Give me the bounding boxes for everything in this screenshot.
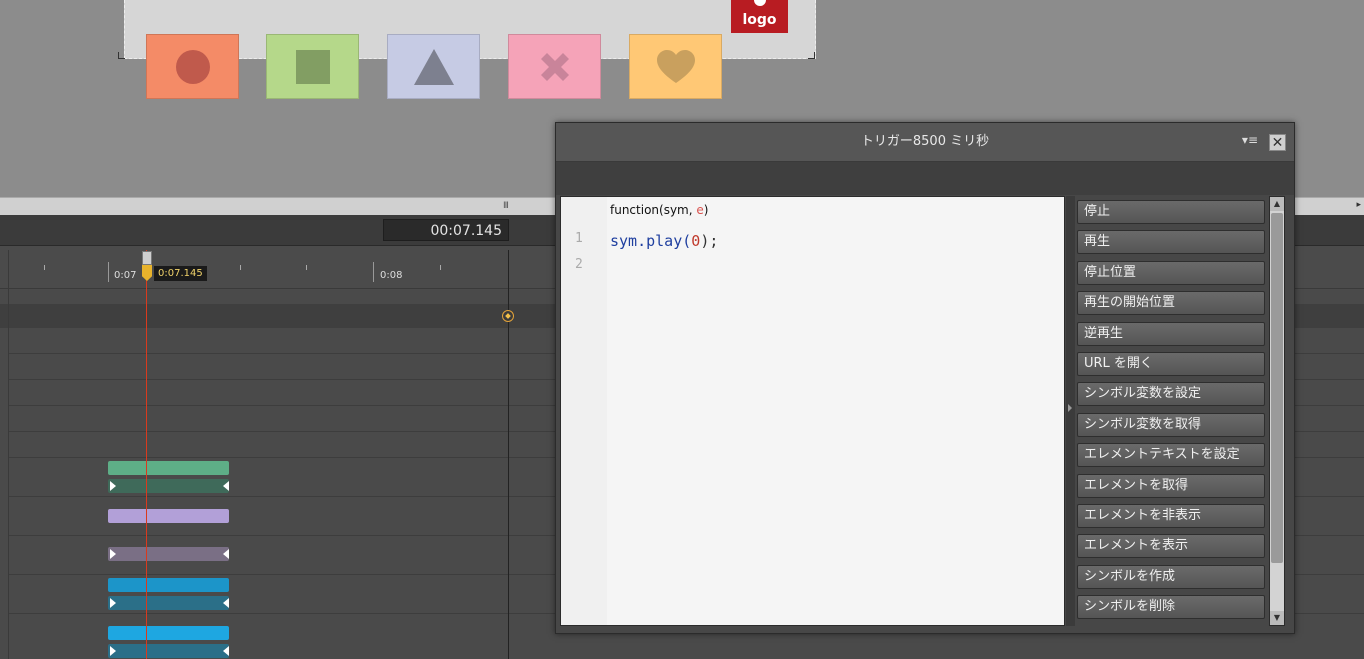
action-button[interactable]: エレメントを非表示 <box>1077 504 1265 528</box>
bar-end-handle-icon[interactable] <box>223 549 229 559</box>
bar-end-handle-icon[interactable] <box>223 646 229 656</box>
splitter-grip-icon[interactable]: III <box>503 201 509 211</box>
line-number: 1 <box>575 231 583 246</box>
bar-start-handle-icon[interactable] <box>110 598 116 608</box>
action-button[interactable]: シンボル変数を設定 <box>1077 382 1265 407</box>
code-editor[interactable]: function(sym, e) 1 2 sym.play(0); <box>560 196 1065 626</box>
action-button[interactable]: シンボル変数を取得 <box>1077 412 1265 437</box>
scroll-down-icon[interactable]: ▼ <box>1270 611 1284 625</box>
logo-text: logo <box>742 12 777 28</box>
ruler-label-0-07: 0:07 <box>114 270 137 281</box>
ruler-tick <box>306 265 307 270</box>
signature-param: e <box>696 203 704 217</box>
crop-mark-right <box>808 52 815 59</box>
code-call: sym.play( <box>610 232 692 250</box>
timeline-bar[interactable] <box>108 578 229 592</box>
ruler-tick <box>240 265 241 270</box>
heart-icon <box>656 49 695 83</box>
action-button[interactable]: シンボルを削除 <box>1077 595 1265 620</box>
action-button[interactable]: エレメントを取得 <box>1077 473 1265 498</box>
square-button[interactable] <box>266 34 359 99</box>
playhead-handle[interactable] <box>142 251 152 265</box>
splitter-arrow-icon <box>1068 404 1072 412</box>
timeline-bar[interactable] <box>108 461 229 475</box>
x-icon <box>540 52 569 81</box>
timeline-bar[interactable] <box>108 644 229 658</box>
timeline-bar[interactable] <box>108 547 229 561</box>
bar-start-handle-icon[interactable] <box>110 481 116 491</box>
heart-button[interactable] <box>629 34 722 99</box>
square-icon <box>295 49 330 84</box>
timeline-bar[interactable] <box>108 596 229 610</box>
bar-end-handle-icon[interactable] <box>223 481 229 491</box>
playhead-line[interactable] <box>146 250 147 659</box>
action-button[interactable]: シンボルを作成 <box>1077 564 1265 589</box>
action-button[interactable]: 停止 <box>1077 200 1265 224</box>
timeline-bar[interactable] <box>108 479 229 493</box>
signature-suffix: ) <box>703 203 709 217</box>
code-arg: 0 <box>691 232 701 250</box>
ruler-tick <box>440 265 441 270</box>
actions-list: 停止再生停止位置再生の開始位置 逆再生 URL を開く シンボル変数を設定 シンボル変数… <box>1077 196 1267 626</box>
timeline-bar[interactable] <box>108 626 229 640</box>
timeline-bar[interactable] <box>108 509 229 523</box>
current-time-display[interactable]: 00:07.145 <box>383 219 509 241</box>
ruler-tick-major <box>373 262 374 282</box>
signature-prefix: function(sym, <box>610 203 697 217</box>
line-number: 2 <box>575 257 583 272</box>
triangle-button[interactable] <box>387 34 480 99</box>
trigger-keyframe-icon[interactable] <box>502 310 514 322</box>
action-button[interactable]: 停止位置 <box>1077 260 1265 285</box>
crop-mark-left <box>118 52 125 59</box>
actions-scrollbar[interactable]: ▲ ▼ <box>1269 196 1285 626</box>
bar-start-handle-icon[interactable] <box>110 646 116 656</box>
circle-button[interactable] <box>146 34 239 99</box>
code-end: ); <box>700 232 719 250</box>
bar-end-handle-icon[interactable] <box>223 598 229 608</box>
circle-icon <box>175 49 210 84</box>
logo: logo <box>731 0 788 33</box>
action-button[interactable]: 再生 <box>1077 230 1265 255</box>
triangle-icon <box>413 48 454 85</box>
trigger-panel: トリガー8500 ミリ秒 ▾≡ ✕ function(sym, e) 1 2 s… <box>555 122 1295 634</box>
scroll-up-icon[interactable]: ▲ <box>1270 197 1284 211</box>
function-signature: function(sym, e) <box>610 203 708 217</box>
panel-menu-icon[interactable]: ▾≡ <box>1242 133 1258 147</box>
scroll-right-icon[interactable]: ▸ <box>1356 200 1361 210</box>
code-line-1[interactable]: sym.play(0); <box>610 232 718 250</box>
bar-start-handle-icon[interactable] <box>110 549 116 559</box>
logo-dot-icon <box>754 0 766 6</box>
panel-toolbar <box>556 162 1294 195</box>
panel-title[interactable]: トリガー8500 ミリ秒 <box>556 123 1294 162</box>
action-button[interactable]: エレメントテキストを設定 <box>1077 443 1265 468</box>
ruler-label-0-08: 0:08 <box>380 270 403 281</box>
x-button[interactable] <box>508 34 601 99</box>
action-button[interactable]: エレメントを表示 <box>1077 534 1265 559</box>
scroll-thumb[interactable] <box>1271 213 1283 563</box>
action-button[interactable]: 再生の開始位置 <box>1077 291 1265 316</box>
ruler-tick <box>44 265 45 270</box>
action-button[interactable]: 逆再生 <box>1077 321 1265 346</box>
action-button[interactable]: URL を開く <box>1077 352 1265 376</box>
line-number-gutter <box>561 197 607 625</box>
playhead-time-label: 0:07.145 <box>154 266 207 281</box>
close-button[interactable]: ✕ <box>1269 134 1286 151</box>
panel-splitter[interactable] <box>1066 196 1075 626</box>
ruler-tick-major <box>108 262 109 282</box>
